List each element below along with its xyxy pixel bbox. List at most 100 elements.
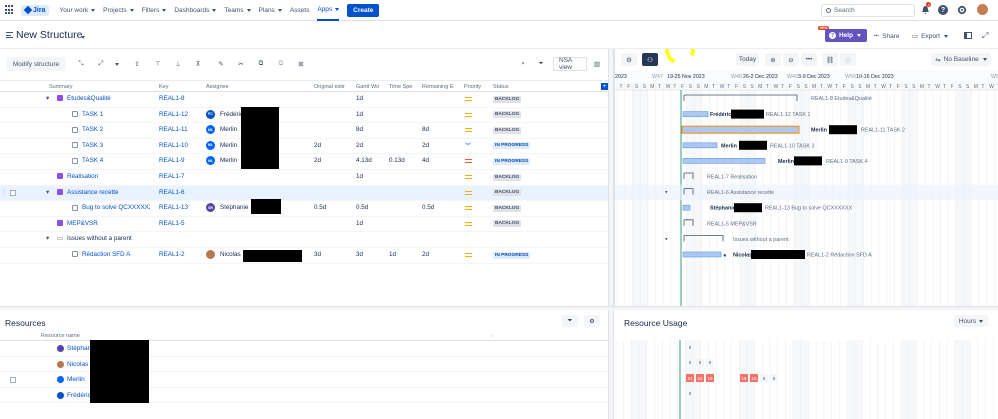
paste-icon[interactable]: ⧉ — [276, 57, 286, 71]
duplicate-icon[interactable]: ⊞ — [296, 57, 306, 71]
export-button[interactable]: ▭ Export — [912, 32, 948, 40]
nav-projects[interactable]: Projects — [103, 7, 134, 14]
column-time-spent[interactable]: Time Spe — [389, 84, 417, 90]
help-button[interactable]: ? Help — [825, 29, 867, 42]
table-row[interactable]: TASK 4 REAL1-9 ML Merlin 2d 4.13d 0.13d … — [0, 154, 608, 170]
status-badge[interactable]: BACKLOG — [493, 173, 522, 181]
link-icon[interactable]: ⛓ — [822, 53, 838, 66]
summary-cell[interactable]: Bug to solve QCXXXXXX — [82, 204, 150, 211]
key-cell[interactable]: REAL1-5 — [159, 220, 185, 227]
assignee-cell[interactable]: Merlin — [220, 142, 237, 149]
key-cell[interactable]: REAL1-6 — [159, 189, 185, 196]
summary-cell[interactable]: Etudes&Qualité — [67, 95, 111, 102]
menu-icon[interactable] — [6, 32, 13, 38]
search-structure-icon[interactable]: ⌕ — [518, 57, 528, 71]
column-original-estimate[interactable]: Original estir — [314, 84, 348, 90]
status-badge[interactable]: BACKLOG — [493, 111, 522, 119]
assignee-cell[interactable]: Stéphanie — [220, 204, 248, 211]
today-button[interactable]: Today — [736, 53, 759, 66]
table-row[interactable]: MEP&VSR REAL1-5 1d BACKLOG — [0, 217, 608, 233]
key-cell[interactable]: REAL1-10 — [159, 142, 188, 149]
column-status[interactable]: Status — [493, 84, 509, 90]
modify-structure-button[interactable]: Modify structure — [6, 57, 66, 71]
collapse-toggle-icon[interactable]: ▾ — [46, 235, 49, 242]
search-input[interactable]: Search — [821, 4, 915, 17]
key-cell[interactable]: REAL1-12 — [159, 111, 188, 118]
key-cell[interactable]: REAL1-9 — [159, 157, 185, 164]
table-row[interactable]: ▾ Etudes&Qualité REAL1-8 1d BACKLOG — [0, 92, 608, 108]
row-checkbox[interactable] — [10, 189, 16, 196]
outdent-icon[interactable]: ⊥ — [173, 57, 183, 71]
column-priority[interactable]: Priority — [464, 84, 486, 90]
fullscreen-icon[interactable]: ⤢ — [982, 31, 988, 41]
table-row[interactable]: TASK 1 REAL1-12 FC Frédéric 1d BACKLOG — [0, 108, 608, 124]
jira-logo[interactable]: Jira — [21, 4, 50, 16]
status-badge[interactable]: BACKLOG — [493, 95, 522, 103]
key-cell[interactable]: REAL1-7 — [159, 173, 185, 180]
table-row[interactable]: TASK 3 REAL1-10 ML Merlin 2d 2d 2d ︾ IN … — [0, 139, 608, 155]
column-gantt-work[interactable]: Gantt Wo — [356, 84, 384, 90]
column-summary[interactable]: Summary — [49, 84, 73, 90]
resources-filter-icon[interactable]: ⏷ — [562, 315, 578, 327]
help-icon[interactable]: ? — [938, 5, 948, 15]
column-key[interactable]: Key — [159, 84, 168, 90]
resource-name-header[interactable]: Resource name — [41, 333, 80, 339]
summary-cell[interactable]: TASK 2 — [82, 126, 103, 133]
nav-plans[interactable]: Plans — [259, 7, 282, 14]
title-dropdown-chevron-icon[interactable] — [80, 34, 85, 41]
user-avatar[interactable] — [977, 4, 988, 15]
status-badge[interactable]: IN PROGRESS — [493, 251, 531, 259]
hours-dropdown[interactable]: Hours — [954, 315, 988, 327]
nav-teams[interactable]: Teams — [224, 7, 251, 14]
assignee-cell[interactable]: Nicolas — [220, 251, 241, 258]
summary-cell[interactable]: Rédaction SFD A — [82, 251, 130, 258]
filter-icon[interactable]: ⊼ — [193, 57, 203, 71]
collapse-icon[interactable]: ⤢ — [96, 57, 106, 71]
nav-filters[interactable]: Filters — [142, 7, 167, 14]
move-up-icon[interactable]: ⇪ — [132, 57, 142, 71]
summary-cell[interactable]: TASK 1 — [82, 111, 103, 118]
assignee-cell[interactable]: Merlin — [220, 157, 237, 164]
add-column-icon[interactable]: + — [601, 83, 608, 90]
expand-icon[interactable]: ⤡ — [76, 57, 86, 71]
expand-chevron-icon[interactable] — [112, 57, 120, 71]
milestone-icon[interactable]: ◇ — [840, 53, 856, 66]
nsa-view-button[interactable]: NSA view — [553, 57, 587, 71]
create-button[interactable]: Create — [347, 3, 380, 17]
zoom-out-icon[interactable]: ⊖ — [783, 53, 799, 66]
summary-cell[interactable]: Assistance recette — [67, 189, 118, 196]
indent-icon[interactable]: ⊤ — [153, 57, 163, 71]
key-cell[interactable]: REAL1-2 — [159, 251, 185, 258]
nav-assets[interactable]: Assets — [290, 7, 310, 14]
summary-cell[interactable]: TASK 3 — [82, 142, 103, 149]
table-row[interactable]: Bug to solve QCXXXXXX REAL1-13 SR Stépha… — [0, 201, 608, 217]
collapse-toggle-icon[interactable]: ▾ — [46, 95, 49, 102]
status-badge[interactable]: BACKLOG — [493, 204, 522, 212]
cut-icon[interactable]: ✂ — [236, 57, 246, 71]
baseline-dropdown[interactable]: ⇋ No Baseline — [931, 53, 991, 66]
filter-funnel-icon[interactable]: ⏷ — [536, 57, 546, 71]
nav-your-work[interactable]: Your work — [59, 7, 96, 14]
copy-icon[interactable]: ⧉ — [256, 57, 266, 71]
summary-cell[interactable]: MEP&VSR — [67, 220, 98, 227]
app-switcher-icon[interactable] — [5, 5, 15, 15]
column-assignee[interactable]: Assignee — [206, 84, 229, 90]
collapse-toggle-icon[interactable]: ▾ — [46, 189, 49, 196]
status-badge[interactable]: IN PROGRESS — [493, 157, 531, 165]
table-row[interactable]: ⋮⋮ ▾ Assistance recette REAL1-6 BACKLOG — [0, 185, 608, 202]
resources-settings-icon[interactable]: ⚙ — [584, 315, 600, 327]
summary-cell[interactable]: TASK 4 — [82, 157, 103, 164]
key-cell[interactable]: REAL1-8 — [159, 95, 185, 102]
zoom-in-icon[interactable]: ⊕ — [765, 53, 781, 66]
resource-view-icon[interactable]: ⚇ — [642, 53, 658, 66]
table-row[interactable]: Rédaction SFD A REAL1-2 Nicolas 3d 3d 1d… — [0, 248, 608, 264]
status-badge[interactable]: BACKLOG — [493, 126, 522, 134]
more-options-icon[interactable]: ••• — [801, 53, 817, 66]
edit-pencil-icon[interactable]: ✎ — [216, 57, 226, 71]
summary-cell[interactable]: Réalisation — [67, 173, 98, 180]
row-checkbox[interactable] — [10, 377, 16, 383]
columns-icon[interactable]: ▥ — [592, 57, 602, 71]
resource-name[interactable]: Merlin — [67, 376, 85, 383]
status-badge[interactable]: IN PROGRESS — [493, 142, 531, 150]
table-row[interactable]: ▾ ▭ Issues without a parent — [0, 232, 608, 248]
